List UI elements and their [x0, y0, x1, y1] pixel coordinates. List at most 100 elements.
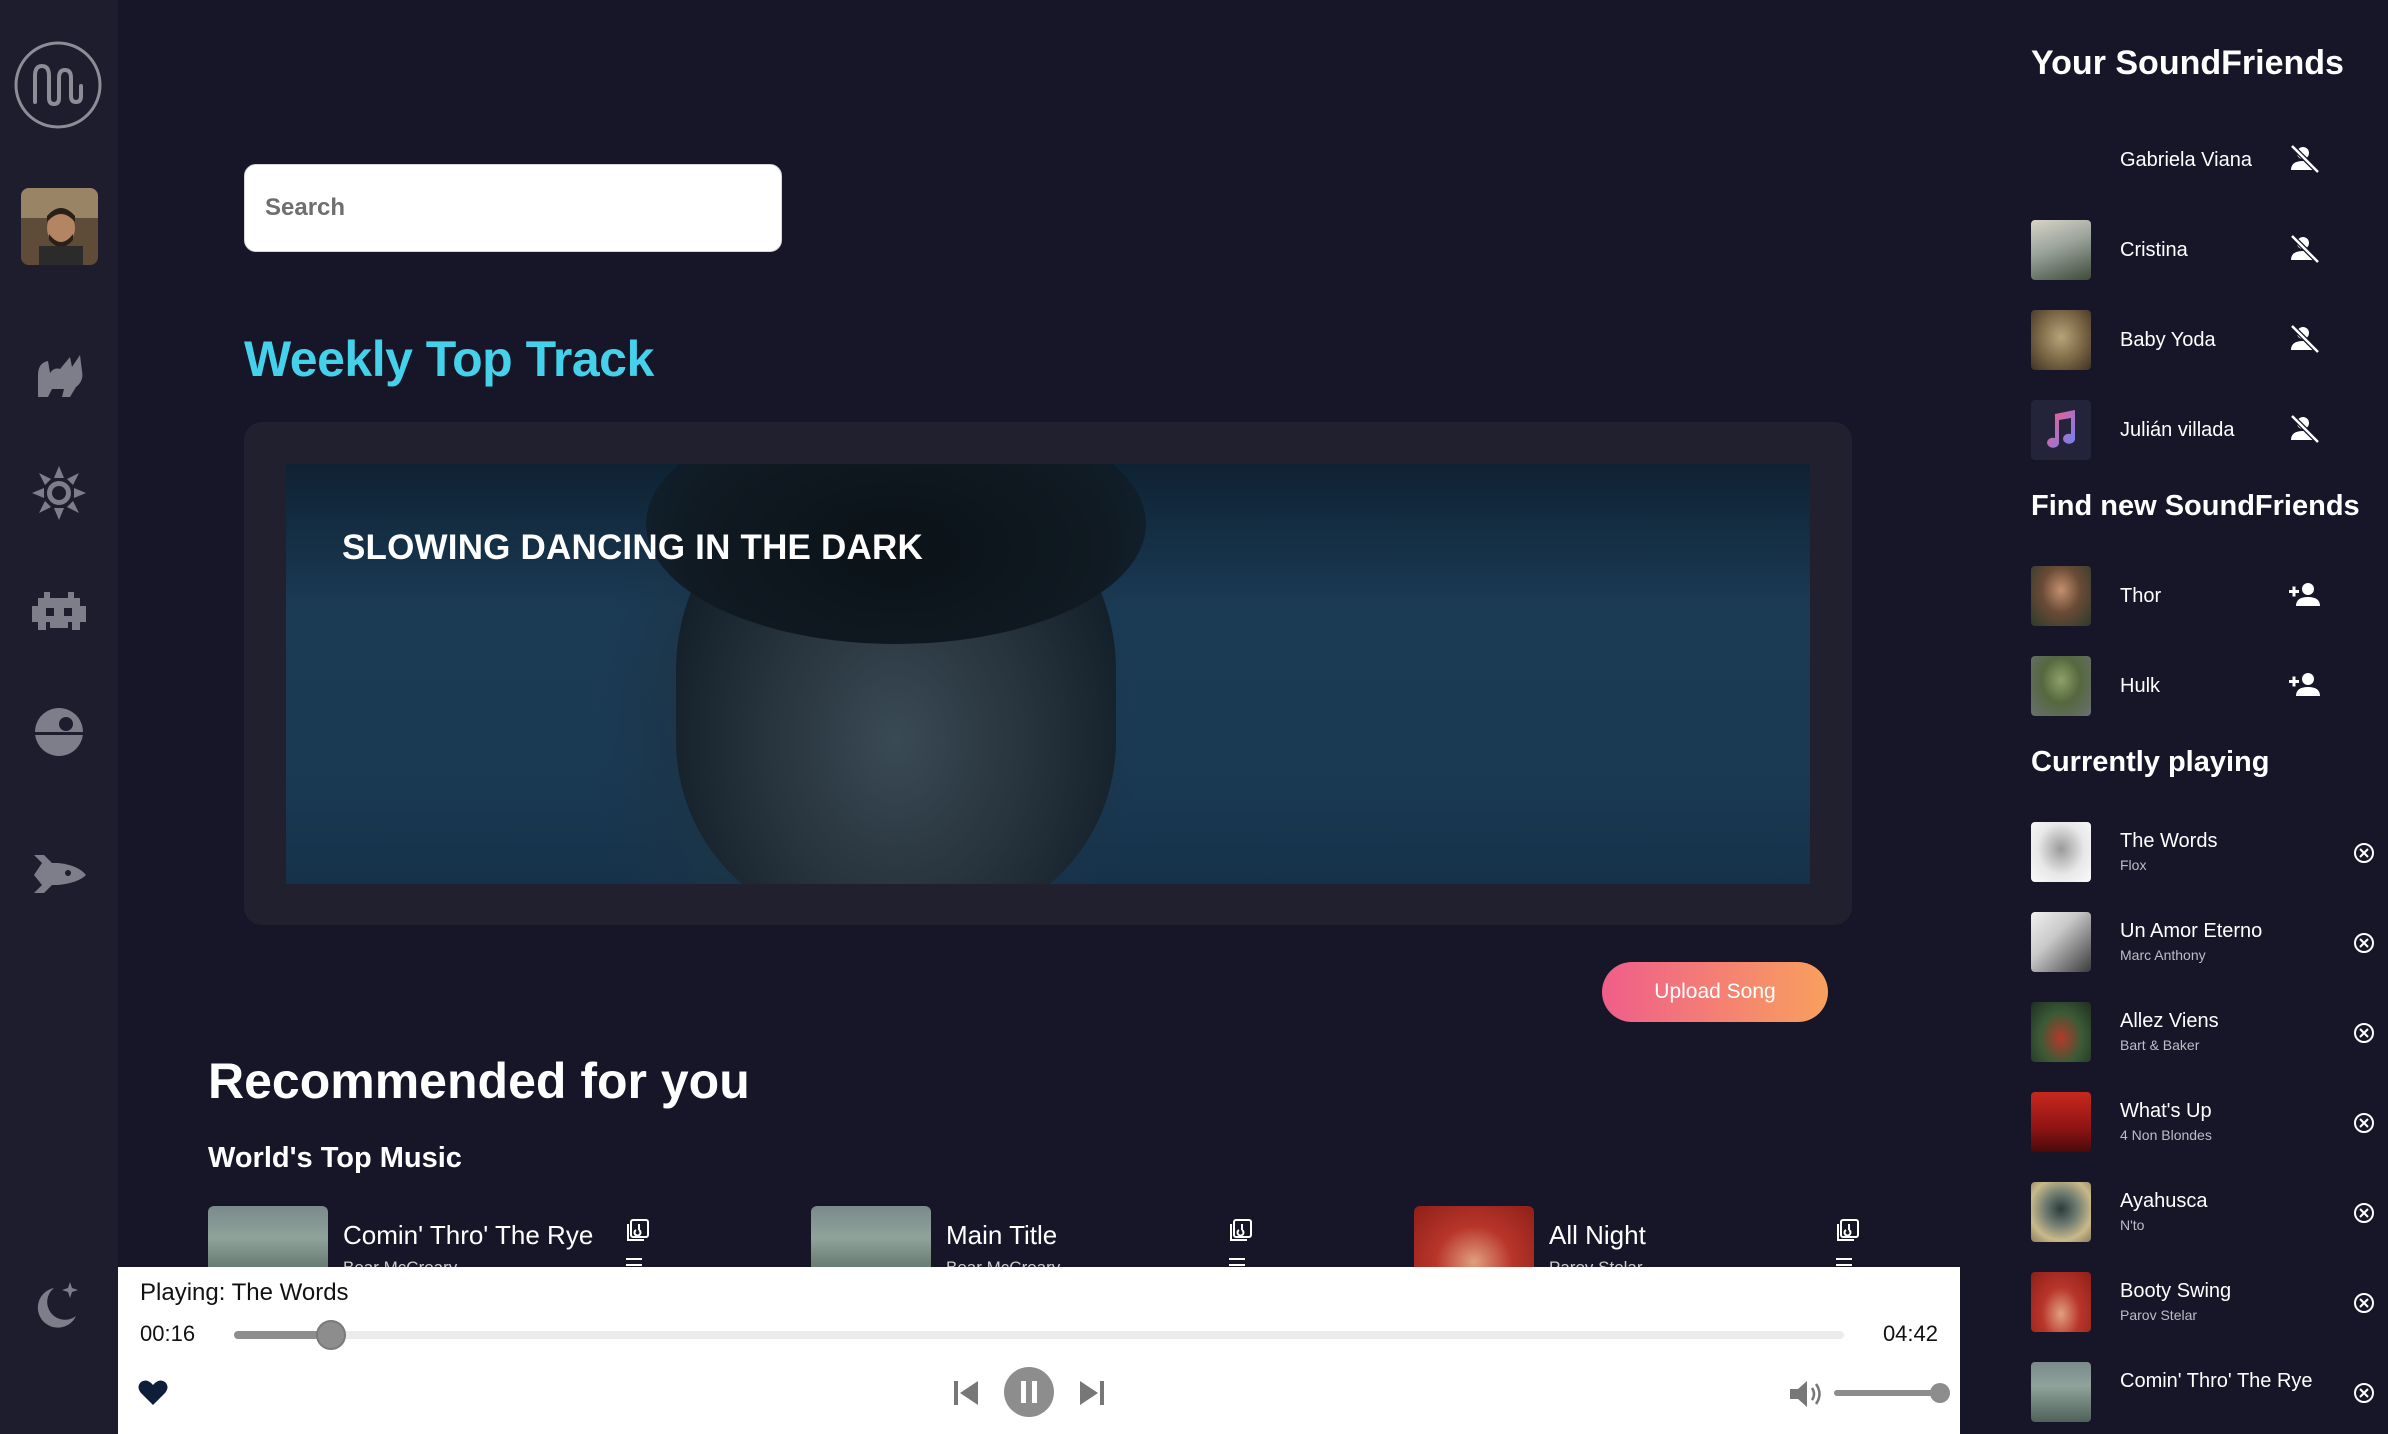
current-time: 00:16 — [140, 1321, 196, 1346]
friend-name: Cristina — [2120, 239, 2188, 261]
song-art — [2031, 912, 2091, 972]
add-to-queue-icon[interactable] — [1836, 1256, 1858, 1267]
weekly-track-banner[interactable]: SLOWING DANCING IN THE DARK — [286, 464, 1810, 884]
song-art — [2031, 822, 2091, 882]
album-art — [208, 1206, 328, 1267]
now-playing-label: Playing: The Words — [140, 1279, 349, 1306]
queue-item[interactable]: What's Up 4 Non Blondes — [2031, 1092, 2381, 1154]
song-art — [2031, 1182, 2091, 1242]
add-to-library-icon[interactable] — [1229, 1218, 1253, 1242]
friend-avatar — [2031, 220, 2091, 280]
song-art — [2031, 1002, 2091, 1062]
pause-icon[interactable] — [1004, 1367, 1054, 1417]
queue-item[interactable]: Allez Viens Bart & Baker — [2031, 1002, 2381, 1064]
remove-circle-icon[interactable] — [2353, 1202, 2375, 1224]
right-sidebar: Your SoundFriends Gabriela Viana Cristin… — [1960, 0, 2388, 1434]
remove-circle-icon[interactable] — [2353, 1022, 2375, 1044]
friend-avatar — [2031, 400, 2091, 460]
add-friend-icon[interactable] — [2289, 670, 2321, 700]
currently-playing-title: Currently playing — [2031, 746, 2270, 778]
song-title: Un Amor Eterno — [2120, 920, 2263, 942]
add-to-queue-icon[interactable] — [626, 1256, 648, 1267]
song-art — [2031, 1362, 2091, 1422]
recommended-title: Recommended for you — [208, 1053, 750, 1109]
find-friends-title: Find new SoundFriends — [2031, 490, 2360, 522]
progress-slider[interactable] — [234, 1320, 1844, 1350]
friend-name: Gabriela Viana — [2120, 149, 2252, 171]
cat-icon[interactable] — [30, 345, 88, 403]
song-artist: N'to — [2120, 1217, 2145, 1233]
track-artist: Bear McCreary — [946, 1258, 1060, 1267]
remove-circle-icon[interactable] — [2353, 1382, 2375, 1404]
volume-knob[interactable] — [1930, 1383, 1950, 1403]
friend-avatar — [2031, 566, 2091, 626]
friend-name: Julián villada — [2120, 419, 2235, 441]
remove-friend-icon[interactable] — [2289, 414, 2321, 444]
track-card[interactable]: All Night Parov Stelar — [1414, 1206, 1960, 1267]
song-artist: Bart & Baker — [2120, 1037, 2200, 1053]
app: Weekly Top Track SLOWING DANCING IN THE … — [0, 0, 2388, 1434]
world-top-music-title: World's Top Music — [208, 1142, 462, 1174]
song-title: The Words — [2120, 830, 2218, 852]
track-title: Comin' Thro' The Rye — [343, 1220, 594, 1250]
song-title: Booty Swing — [2120, 1280, 2232, 1302]
previous-icon[interactable] — [950, 1377, 982, 1409]
remove-friend-icon[interactable] — [2289, 144, 2321, 174]
song-artist: Flox — [2120, 857, 2147, 873]
friend-name: Baby Yoda — [2120, 329, 2216, 351]
queue-item[interactable]: The Words Flox — [2031, 822, 2381, 884]
invader-icon[interactable] — [30, 582, 88, 640]
song-artist: Parov Stelar — [2120, 1307, 2198, 1323]
track-title: All Night — [1549, 1220, 1646, 1250]
main-content: Weekly Top Track SLOWING DANCING IN THE … — [118, 0, 1960, 1267]
left-sidebar — [0, 0, 118, 1434]
queue-item[interactable]: Comin' Thro' The Rye — [2031, 1362, 2381, 1424]
add-to-library-icon[interactable] — [626, 1218, 650, 1242]
moon-icon[interactable] — [30, 1278, 86, 1334]
next-icon[interactable] — [1076, 1377, 1108, 1409]
heart-icon[interactable] — [138, 1379, 168, 1407]
friend-item[interactable]: Cristina — [2031, 220, 2371, 282]
queue-item[interactable]: Ayahusca N'to — [2031, 1182, 2381, 1244]
friend-item[interactable]: Julián villada — [2031, 400, 2371, 462]
volume-icon[interactable] — [1788, 1377, 1824, 1411]
soundfriends-title: Your SoundFriends — [2031, 44, 2344, 82]
add-friend-icon[interactable] — [2289, 580, 2321, 610]
remove-friend-icon[interactable] — [2289, 234, 2321, 264]
song-title: Allez Viens — [2120, 1010, 2219, 1032]
song-art — [2031, 1272, 2091, 1332]
death-star-icon[interactable] — [30, 702, 88, 760]
spaceship-icon[interactable] — [30, 845, 88, 903]
track-card[interactable]: Comin' Thro' The Rye Bear McCreary — [208, 1206, 788, 1267]
friend-name: Hulk — [2120, 675, 2161, 697]
track-card[interactable]: Main Title Bear McCreary — [811, 1206, 1391, 1267]
user-avatar[interactable] — [21, 188, 98, 265]
volume-fill — [1834, 1390, 1940, 1396]
queue-item[interactable]: Booty Swing Parov Stelar — [2031, 1272, 2381, 1334]
add-to-library-icon[interactable] — [1836, 1218, 1860, 1242]
sun-icon[interactable] — [30, 464, 88, 522]
remove-circle-icon[interactable] — [2353, 932, 2375, 954]
song-art — [2031, 1092, 2091, 1152]
total-time: 04:42 — [1882, 1321, 1938, 1346]
suggested-friend-item[interactable]: Hulk — [2031, 656, 2371, 718]
remove-circle-icon[interactable] — [2353, 1112, 2375, 1134]
suggested-friend-item[interactable]: Thor — [2031, 566, 2371, 628]
friend-avatar — [2031, 656, 2091, 716]
volume-slider[interactable] — [1834, 1383, 1950, 1403]
queue-item[interactable]: Un Amor Eterno Marc Anthony — [2031, 912, 2381, 974]
logo-icon[interactable] — [13, 40, 103, 130]
remove-circle-icon[interactable] — [2353, 1292, 2375, 1314]
progress-knob[interactable] — [315, 1320, 346, 1350]
remove-friend-icon[interactable] — [2289, 324, 2321, 354]
track-artist: Bear McCreary — [343, 1258, 457, 1267]
search-input[interactable] — [244, 164, 782, 252]
friend-item[interactable]: Baby Yoda — [2031, 310, 2371, 372]
upload-song-button[interactable]: Upload Song — [1602, 962, 1828, 1022]
track-title: Main Title — [946, 1220, 1058, 1250]
remove-circle-icon[interactable] — [2353, 842, 2375, 864]
player-bar: Playing: The Words 00:16 04:42 — [118, 1267, 1960, 1434]
add-to-queue-icon[interactable] — [1229, 1256, 1251, 1267]
friend-name: Thor — [2120, 585, 2162, 607]
friend-item[interactable]: Gabriela Viana — [2031, 130, 2371, 192]
